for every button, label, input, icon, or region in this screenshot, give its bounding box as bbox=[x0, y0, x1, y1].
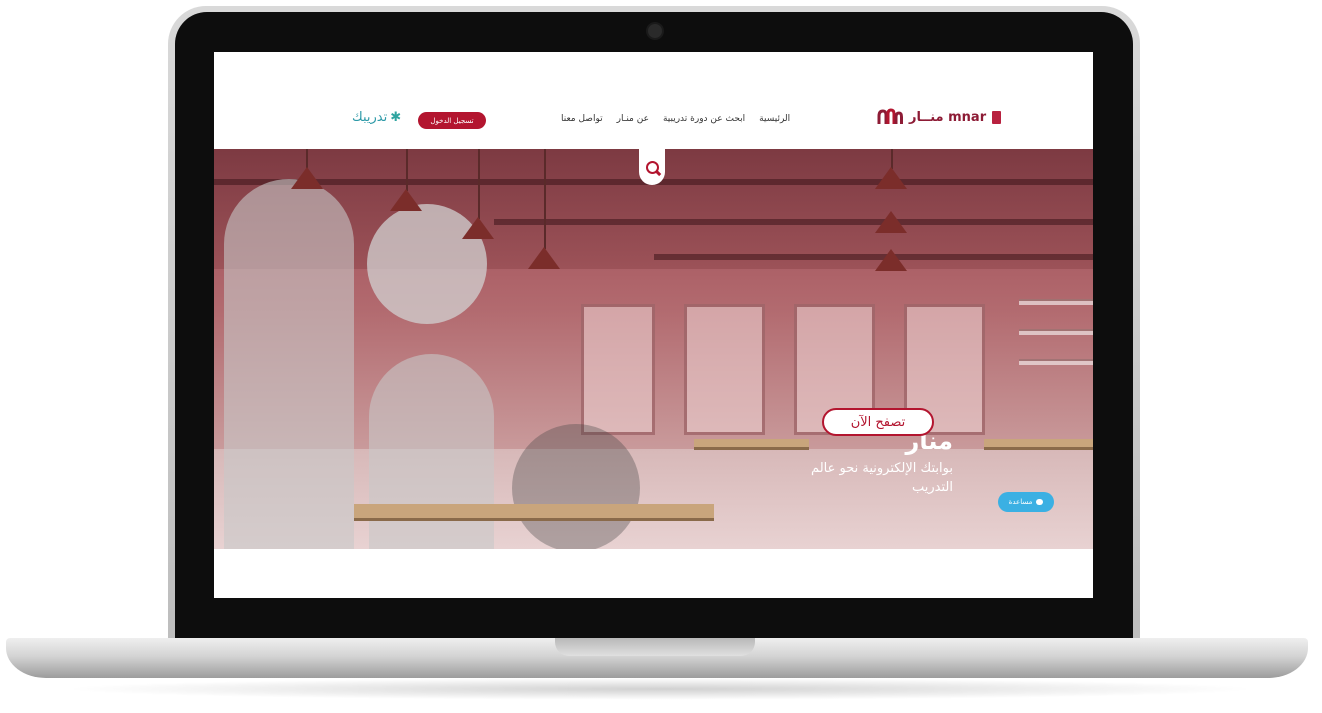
laptop-notch bbox=[555, 638, 755, 656]
search-button[interactable] bbox=[639, 149, 665, 185]
hero-banner: منار بوابتك الإلكترونية نحو عالم التدريب bbox=[214, 149, 1093, 549]
browse-now-button[interactable]: تصفح الآن bbox=[822, 408, 934, 436]
lamp-cord bbox=[406, 149, 408, 191]
hero-desk bbox=[694, 439, 809, 450]
star-icon: ✱ bbox=[390, 110, 402, 125]
hero-desk bbox=[984, 439, 1093, 450]
mnar-logo[interactable]: منــار mnar bbox=[877, 108, 1002, 126]
pendant-lamp bbox=[875, 249, 907, 271]
pendant-lamp bbox=[875, 167, 907, 189]
hero-arch bbox=[224, 179, 354, 549]
laptop-shadow bbox=[60, 678, 1260, 700]
hero-window bbox=[581, 304, 655, 435]
laptop-screen: منــار mnar الرئيسية ابحث عن دورة تدريبي… bbox=[214, 52, 1093, 598]
lamp-cord bbox=[544, 149, 546, 249]
mnar-logo-icon bbox=[877, 108, 903, 124]
webcam-icon bbox=[646, 22, 664, 40]
mnar-logo-text: منــار mnar bbox=[909, 109, 987, 125]
main-menu: الرئيسية ابحث عن دورة تدريبية عن منـار ت… bbox=[561, 114, 790, 124]
hero-desk bbox=[354, 504, 714, 521]
menu-item-contact[interactable]: تواصل معنا bbox=[561, 114, 603, 124]
menu-item-about[interactable]: عن منـار bbox=[617, 114, 649, 124]
hero-shelf bbox=[1019, 299, 1093, 305]
hero-window bbox=[684, 304, 765, 435]
pendant-lamp bbox=[528, 247, 560, 269]
lamp-cord bbox=[478, 149, 480, 219]
search-icon bbox=[645, 160, 659, 174]
page-bottom bbox=[214, 549, 1093, 598]
chat-icon bbox=[1036, 499, 1044, 505]
login-button[interactable]: تسجيل الدخول bbox=[418, 112, 486, 129]
pendant-lamp bbox=[462, 217, 494, 239]
hero-beam bbox=[654, 254, 1093, 260]
pendant-lamp bbox=[291, 167, 323, 189]
hero-subtitle: بوابتك الإلكترونية نحو عالم التدريب bbox=[811, 461, 953, 495]
hero-beam bbox=[494, 219, 1093, 225]
site-header: منــار mnar الرئيسية ابحث عن دورة تدريبي… bbox=[214, 52, 1093, 149]
hero-shelf bbox=[1019, 329, 1093, 335]
tadreebak-logo[interactable]: تدريبك ✱ bbox=[352, 110, 401, 125]
pendant-lamp bbox=[875, 211, 907, 233]
menu-item-home[interactable]: الرئيسية bbox=[759, 114, 790, 124]
tadreebak-logo-text: تدريبك bbox=[352, 110, 388, 125]
menu-item-search-course[interactable]: ابحث عن دورة تدريبية bbox=[663, 114, 745, 124]
pendant-lamp bbox=[390, 189, 422, 211]
hero-shelf bbox=[1019, 359, 1093, 365]
help-chat-button[interactable]: مساعدة bbox=[998, 492, 1054, 512]
lamp-cord bbox=[891, 149, 893, 169]
hero-circle bbox=[512, 424, 640, 549]
help-label: مساعدة bbox=[1008, 498, 1033, 506]
mnar-badge-icon bbox=[992, 110, 1002, 124]
